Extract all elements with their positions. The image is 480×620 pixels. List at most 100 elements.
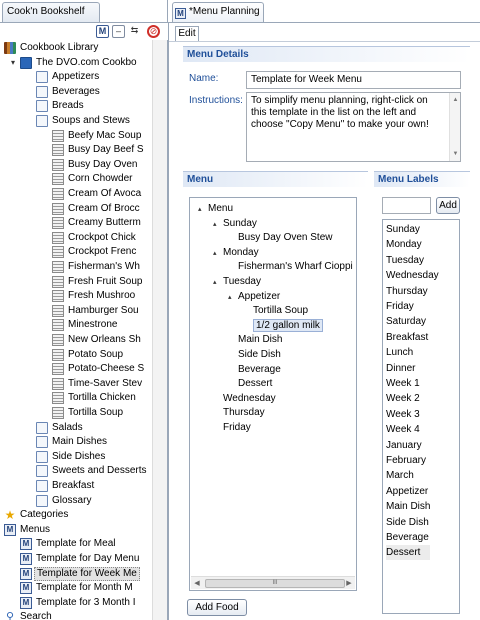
tree-item[interactable]: ⚲ Search [0,610,152,620]
menu-tree-item[interactable]: ▴ Monday [213,245,259,260]
tree-item[interactable]: Time-Saver Stev [0,377,152,391]
menu-label-item[interactable]: Saturday [386,314,426,329]
tree-item[interactable]: Minestrone [0,318,152,332]
menu-label-item[interactable]: Side Dish [386,515,429,530]
menu-label-item[interactable]: Monday [386,237,422,252]
menu-label-item[interactable]: Dinner [386,361,415,376]
add-food-button[interactable]: Add Food [187,599,247,616]
scroll-down-icon[interactable]: ▼ [451,148,460,160]
menu-tree[interactable]: ▴ Menu ▴ Sunday Busy Day Oven Stew ▴ Monday Fis… [189,197,357,591]
tree-item[interactable]: Tortilla Soup [0,406,152,420]
tree-item[interactable]: Corn Chowder [0,172,152,186]
menu-label-item[interactable]: Wednesday [386,268,439,283]
tree-twisty-icon[interactable]: ▴ [213,246,223,261]
menu-label-item[interactable]: March [386,468,414,483]
menu-label-item[interactable]: Dessert [386,545,431,561]
collapse-all-icon[interactable]: – [112,25,125,38]
tree-twisty-icon[interactable]: ▾ [0,41,2,55]
menu-tree-item[interactable]: Tortilla Soup [243,303,308,318]
scroll-right-icon[interactable]: ▶ [344,578,354,589]
tree-item[interactable]: Potato Soup [0,348,152,362]
menu-label-item[interactable]: Sunday [386,222,420,237]
menu-label-item[interactable]: February [386,453,426,468]
tree-twisty-icon[interactable]: ▴ [213,217,223,232]
menu-tree-item[interactable]: Thursday [213,405,265,420]
menu-label-item[interactable]: Thursday [386,284,428,299]
menu-tree-item[interactable]: Friday [213,420,251,435]
menu-tree-item[interactable]: Dessert [228,376,272,391]
tree-twisty-icon[interactable]: ▴ [213,275,223,290]
link-editor-icon[interactable]: ⇆ [128,25,141,38]
menu-planning-tab[interactable]: M *Menu Planning [172,2,264,22]
new-label-field[interactable] [382,197,431,214]
menu-label-item[interactable]: Lunch [386,345,413,360]
menu-label-item[interactable]: Main Dish [386,499,430,514]
tree-item[interactable]: M Template for Week Me [0,566,152,581]
menu-label-item[interactable]: Tuesday [386,253,424,268]
tree-item[interactable]: Beefy Mac Soup [0,129,152,143]
tree-item[interactable]: Beverages [0,85,152,99]
tree-item[interactable]: New Orleans Sh [0,333,152,347]
menu-tree-item[interactable]: Main Dish [228,332,282,347]
tree-item[interactable]: Fresh Fruit Soup [0,275,152,289]
menu-labels-list[interactable]: Sunday Monday Tuesday Wednesday Thursday Frid… [382,219,460,614]
scroll-up-icon[interactable]: ▲ [451,94,460,106]
tree-twisty-icon[interactable]: ▴ [198,202,208,217]
tree-item[interactable]: Salads [0,421,152,435]
menu-tree-item[interactable]: Busy Day Oven Stew [228,230,332,245]
tree-item[interactable]: ▾ The DVO.com Cookbo [0,56,152,70]
tree-item[interactable]: Fresh Mushroo [0,289,152,303]
tree-item[interactable]: Busy Day Oven [0,158,152,172]
menu-label-item[interactable]: Appetizer [386,484,428,499]
menu-tree-item[interactable]: ▴ Tuesday [213,274,261,289]
tree-item[interactable]: Cream Of Brocc [0,202,152,216]
tree-item[interactable]: Main Dishes [0,435,152,449]
menu-tree-item[interactable]: Fisherman's Wharf Cioppi [228,259,353,274]
tree-item[interactable]: Appetizers [0,70,152,84]
tree-item[interactable]: Tortilla Chicken [0,391,152,405]
edit-subtab[interactable]: Edit [175,26,199,41]
menu-tree-item[interactable]: ▴ Appetizer [228,289,280,304]
tree-item[interactable]: M Template for Day Menu [0,552,152,566]
tree-item[interactable]: ★ Categories [0,508,152,522]
stop-icon[interactable]: ⊘ [147,25,160,38]
menu-tree-item[interactable]: Beverage [228,362,281,377]
menu-label-item[interactable]: Friday [386,299,414,314]
menu-tree-item[interactable]: ▴ Menu [198,201,233,216]
tree-item[interactable]: Glossary [0,494,152,508]
tree-item[interactable]: ▾M Menus [0,523,152,537]
instructions-scrollbar[interactable]: ▲ ▼ [449,93,460,161]
menu-label-item[interactable]: Breakfast [386,330,428,345]
tree-item[interactable]: Side Dishes [0,450,152,464]
bookshelf-tree[interactable]: ▾Cookbook Library▾The DVO.com CookboAppe… [0,40,152,620]
tree-item[interactable]: ▾ Cookbook Library [0,41,152,55]
menu-label-item[interactable]: Beverage [386,530,429,545]
menu-label-item[interactable]: Week 2 [386,391,420,406]
bookshelf-view-tab[interactable]: Cook'n Bookshelf [2,2,100,22]
menu-tree-item[interactable]: Side Dish [228,347,281,362]
tree-item[interactable]: M Template for Month M [0,581,152,595]
tree-item[interactable]: M Template for Meal [0,537,152,551]
add-label-button[interactable]: Add [436,197,460,214]
instructions-field[interactable]: To simplify menu planning, right-click o… [246,92,461,162]
tree-item[interactable]: Sweets and Desserts [0,464,152,478]
tree-vertical-scrollbar[interactable] [152,40,167,620]
menu-view-icon[interactable]: M [96,25,109,38]
menu-label-item[interactable]: January [386,438,422,453]
tree-item[interactable]: Cream Of Avoca [0,187,152,201]
tree-item[interactable]: Creamy Butterm [0,216,152,230]
menu-tree-item[interactable]: ▴ Sunday [213,216,257,231]
tree-item[interactable]: Fisherman's Wh [0,260,152,274]
tree-item[interactable]: Breads [0,99,152,113]
menu-tree-item[interactable]: Wednesday [213,391,276,406]
horizontal-scroll-thumb[interactable]: III [205,579,345,588]
menu-horizontal-scrollbar[interactable]: ◀ III ▶ [191,576,355,589]
menu-label-item[interactable]: Week 4 [386,422,420,437]
tree-twisty-icon[interactable]: ▾ [8,56,18,70]
tree-item[interactable]: Breakfast [0,479,152,493]
tree-twisty-icon[interactable]: ▴ [228,290,238,305]
tree-item[interactable]: Crockpot Chick [0,231,152,245]
tree-item[interactable]: Soups and Stews [0,114,152,128]
tree-item[interactable]: Busy Day Beef S [0,143,152,157]
tree-item[interactable]: Crockpot Frenc [0,245,152,259]
